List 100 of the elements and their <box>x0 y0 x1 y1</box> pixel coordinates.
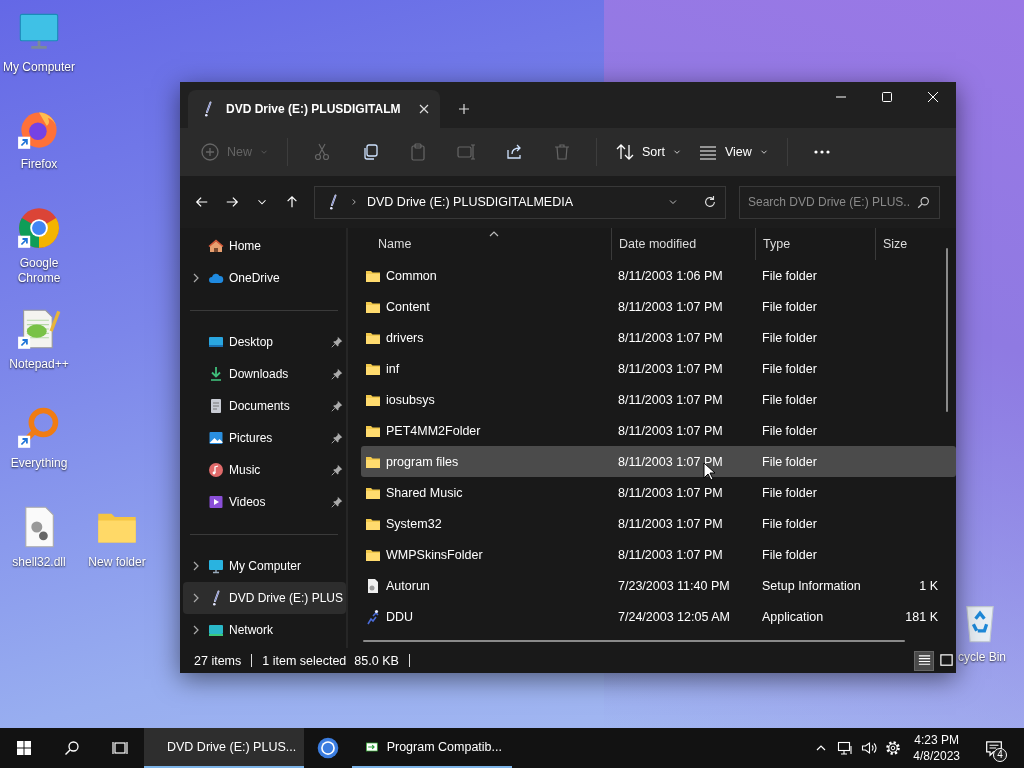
sidebar-item[interactable]: Home <box>183 230 346 262</box>
file-type: File folder <box>762 547 817 562</box>
sidebar-item[interactable]: Music <box>183 454 346 486</box>
sidebar-item[interactable]: Pictures <box>183 422 346 454</box>
document-icon <box>208 398 224 414</box>
tab[interactable]: DVD Drive (E:) PLUSDIGITALM <box>188 90 441 128</box>
details-view-icon <box>916 653 932 668</box>
search-icon <box>64 740 80 756</box>
picture-icon <box>208 430 224 446</box>
file-type: File folder <box>762 330 817 345</box>
date-modified: 8/11/2003 1:07 PM <box>618 330 723 345</box>
column-header[interactable]: Type <box>755 228 875 260</box>
file-row[interactable]: PET4MM2Folder 8/11/2003 1:07 PM File folder <box>361 415 956 446</box>
search-icon[interactable] <box>917 195 930 209</box>
running-figure-icon <box>365 608 381 625</box>
file-name: drivers <box>386 330 424 345</box>
file-row[interactable]: Autorun 7/23/2003 11:40 PM Setup Information 1 K <box>361 570 956 601</box>
scrollbar[interactable] <box>363 640 905 642</box>
date-modified: 8/11/2003 1:07 PM <box>618 516 723 531</box>
task-view-icon <box>112 740 128 756</box>
sidebar-item[interactable]: DVD Drive (E:) PLUS <box>183 582 346 614</box>
date-modified: 8/11/2003 1:07 PM <box>618 299 723 314</box>
file-row[interactable]: WMPSkinsFolder 8/11/2003 1:07 PM File folder <box>361 539 956 570</box>
sidebar-item[interactable]: OneDrive <box>183 262 346 294</box>
column-header[interactable]: Date modified <box>611 228 755 260</box>
file-type: File folder <box>762 268 817 283</box>
desktop-shortcut[interactable]: Firefox <box>0 105 78 172</box>
date-modified: 7/23/2003 11:40 PM <box>618 578 730 593</box>
item-count: 27 items <box>194 653 242 668</box>
sidebar-item[interactable]: Desktop <box>183 326 346 358</box>
file-name: DDU <box>386 609 414 624</box>
details-view-button[interactable] <box>914 650 934 671</box>
search-field[interactable]: Search DVD Drive (E:) PLUS... <box>739 185 940 219</box>
video-icon <box>208 494 224 510</box>
sidebar-item[interactable]: Downloads <box>183 358 346 390</box>
file-type: File folder <box>762 516 817 531</box>
file-name: Autorun <box>386 578 430 593</box>
monitor-icon <box>208 558 224 574</box>
forward-arrow-icon <box>225 195 239 209</box>
file-row[interactable]: iosubsys 8/11/2003 1:07 PM File folder <box>361 384 956 415</box>
date-modified: 8/11/2003 1:07 PM <box>618 485 723 500</box>
sidebar-item[interactable]: My Computer <box>183 550 346 582</box>
desktop-icon <box>208 334 224 350</box>
file-name: PET4MM2Folder <box>386 423 481 438</box>
clock-date[interactable]: 4/8/2023 <box>913 748 960 764</box>
maximize-icon <box>881 91 893 103</box>
file-type: Setup Information <box>762 578 861 593</box>
file-row[interactable]: DDU 7/24/2003 12:05 AM Application 181 K <box>361 601 956 632</box>
file-name: WMPSkinsFolder <box>386 547 483 562</box>
close-icon <box>418 103 431 115</box>
settings-file-icon <box>365 577 381 594</box>
sidebar-item[interactable]: Documents <box>183 390 346 422</box>
taskbar-app[interactable]: DVD Drive (E:) PLUS... <box>144 728 304 768</box>
file-row[interactable]: program files 8/11/2003 1:07 PM File folder <box>361 446 956 477</box>
file-row[interactable]: Shared Music 8/11/2003 1:07 PM File folder <box>361 477 956 508</box>
column-header[interactable]: Name <box>361 228 611 260</box>
file-row[interactable]: Common 8/11/2003 1:06 PM File folder <box>361 260 956 291</box>
view-button[interactable]: View <box>689 135 777 169</box>
file-name: iosubsys <box>386 392 435 407</box>
plus-circle-icon <box>200 142 220 162</box>
file-type: File folder <box>762 299 817 314</box>
date-modified: 8/11/2003 1:06 PM <box>618 268 723 283</box>
file-name: Content <box>386 299 430 314</box>
sidebar-item[interactable]: Network <box>183 614 346 646</box>
address-path[interactable]: DVD Drive (E:) PLUSDIGITALMEDIA <box>367 195 659 209</box>
file-name: Shared Music <box>386 485 463 500</box>
column-header[interactable]: Size <box>875 228 938 260</box>
date-modified: 7/24/2003 12:05 AM <box>618 609 730 624</box>
taskbar-app[interactable]: Program Compatib... <box>352 728 512 768</box>
settings-icon <box>885 740 902 756</box>
date-modified: 8/11/2003 1:07 PM <box>618 361 723 376</box>
date-modified: 8/11/2003 1:07 PM <box>618 392 723 407</box>
date-modified: 8/11/2003 1:07 PM <box>618 547 723 562</box>
file-row[interactable]: inf 8/11/2003 1:07 PM File folder <box>361 353 956 384</box>
sidebar-item[interactable]: Videos <box>183 486 346 518</box>
selection-size: 85.0 KB <box>354 653 399 668</box>
browser-icon <box>317 737 339 759</box>
file-type: File folder <box>762 454 817 469</box>
file-type: File folder <box>762 423 817 438</box>
file-type: File folder <box>762 361 817 376</box>
file-row[interactable]: drivers 8/11/2003 1:07 PM File folder <box>361 322 956 353</box>
file-name: program files <box>386 454 459 469</box>
file-name: System32 <box>386 516 442 531</box>
desktop-shortcut[interactable]: My Computer <box>0 8 78 75</box>
date-modified: 8/11/2003 1:07 PM <box>618 423 723 438</box>
sort-button[interactable]: Sort <box>607 135 690 169</box>
file-row[interactable]: System32 8/11/2003 1:07 PM File folder <box>361 508 956 539</box>
back-arrow-icon <box>195 195 209 209</box>
file-name: Common <box>386 268 437 283</box>
scrollbar[interactable] <box>946 248 948 412</box>
windows-logo-icon <box>16 740 32 756</box>
address-bar[interactable]: DVD Drive (E:) PLUSDIGITALMEDIA <box>314 185 726 219</box>
music-note-icon <box>208 462 224 478</box>
clock-time[interactable]: 4:23 PM <box>914 732 959 748</box>
file-row[interactable]: Content 8/11/2003 1:07 PM File folder <box>361 291 956 322</box>
desktop-shortcut[interactable]: Google Chrome <box>0 204 78 286</box>
notifications-button[interactable]: 4 <box>974 728 1014 768</box>
speaker-icon <box>861 740 878 756</box>
sort-icon <box>615 142 635 162</box>
notification-badge: 4 <box>993 748 1007 762</box>
